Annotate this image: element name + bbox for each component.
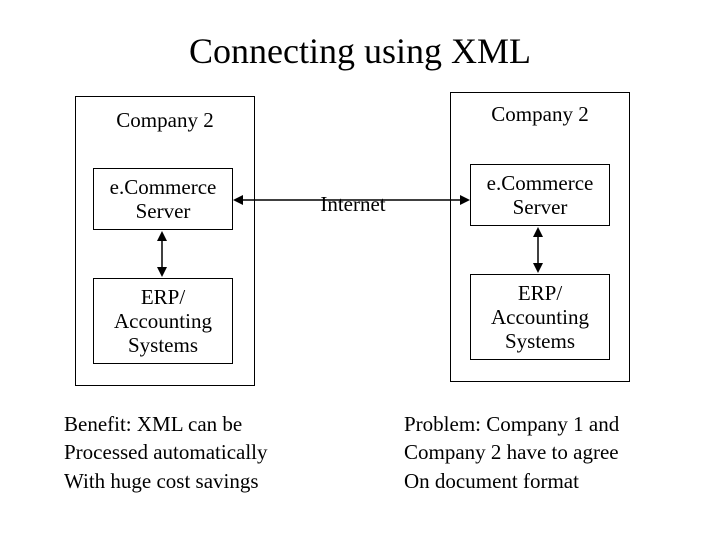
benefit-caption: Benefit: XML can be Processed automatica… bbox=[64, 410, 268, 495]
connector-vertical-left bbox=[155, 231, 169, 277]
problem-caption: Problem: Company 1 and Company 2 have to… bbox=[404, 410, 619, 495]
ecommerce-server-right: e.Commerce Server bbox=[470, 164, 610, 226]
erp-box-right: ERP/ Accounting Systems bbox=[470, 274, 610, 360]
company-right-label: Company 2 bbox=[450, 102, 630, 126]
connector-vertical-right bbox=[531, 227, 545, 273]
company-left-label: Company 2 bbox=[75, 108, 255, 132]
connector-horizontal bbox=[233, 193, 470, 207]
erp-box-left: ERP/ Accounting Systems bbox=[93, 278, 233, 364]
diagram-title: Connecting using XML bbox=[0, 30, 720, 72]
ecommerce-server-left: e.Commerce Server bbox=[93, 168, 233, 230]
